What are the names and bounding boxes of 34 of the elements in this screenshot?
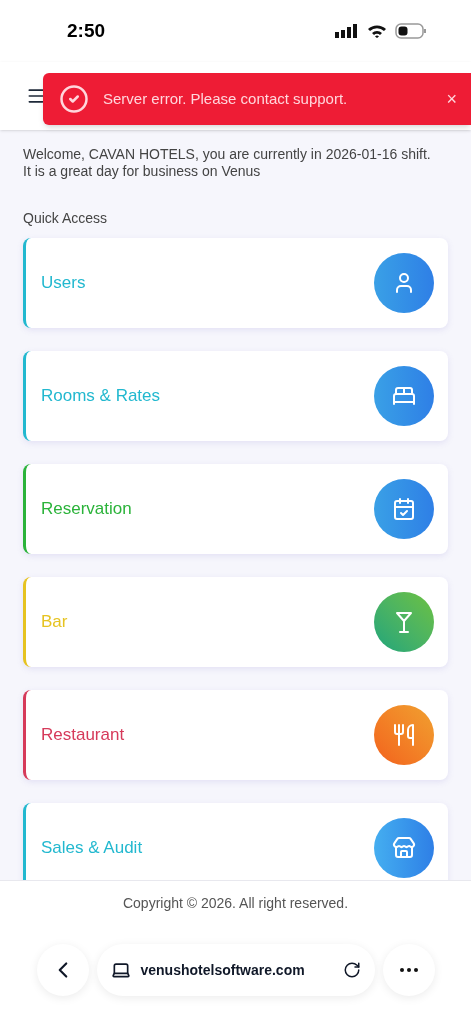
card-label: Sales & Audit (41, 837, 143, 860)
bed-icon (374, 366, 434, 426)
toast-message: Server error. Please contact support. (103, 88, 349, 109)
card-label: Bar (41, 611, 68, 634)
quick-access-card[interactable]: Sales & Audit (23, 803, 448, 880)
more-icon (399, 968, 418, 972)
storefront-icon (374, 818, 434, 878)
quick-access-card[interactable]: Restaurant (23, 690, 448, 780)
card-label: Restaurant (41, 724, 125, 747)
signal-icon (335, 24, 359, 38)
copyright-text: Copyright © 2026. All right reserved. (122, 894, 349, 913)
card-label: Reservation (41, 498, 132, 521)
battery-icon (395, 23, 427, 39)
card-label: Rooms & Rates (41, 385, 161, 408)
quick-access-card[interactable]: Reservation (23, 464, 448, 554)
cocktail-glass-icon (374, 592, 434, 652)
quick-access-card[interactable]: Bar (23, 577, 448, 667)
reload-icon[interactable] (342, 961, 361, 979)
status-time: 2:50 (67, 18, 106, 43)
address-bar[interactable]: venushotelsoftware.com (96, 944, 375, 996)
fork-knife-icon (374, 705, 434, 765)
card-label: Users (41, 272, 86, 295)
person-icon (374, 253, 434, 313)
url-text: venushotelsoftware.com (140, 960, 306, 980)
calendar-check-icon (374, 479, 434, 539)
close-button[interactable]: × (446, 85, 457, 113)
quick-access-card[interactable]: Rooms & Rates (23, 351, 448, 441)
quick-access-card[interactable]: Users (23, 238, 448, 328)
section-title: Quick Access (23, 209, 109, 228)
menu-icon[interactable] (26, 86, 46, 106)
check-circle-icon (59, 84, 89, 114)
wifi-icon (367, 24, 387, 38)
welcome-text: Welcome, CAVAN HOTELS, you are currently in 2026-01-16 shift. It is a great day for business on Venus (23, 146, 432, 180)
laptop-icon (110, 960, 131, 980)
